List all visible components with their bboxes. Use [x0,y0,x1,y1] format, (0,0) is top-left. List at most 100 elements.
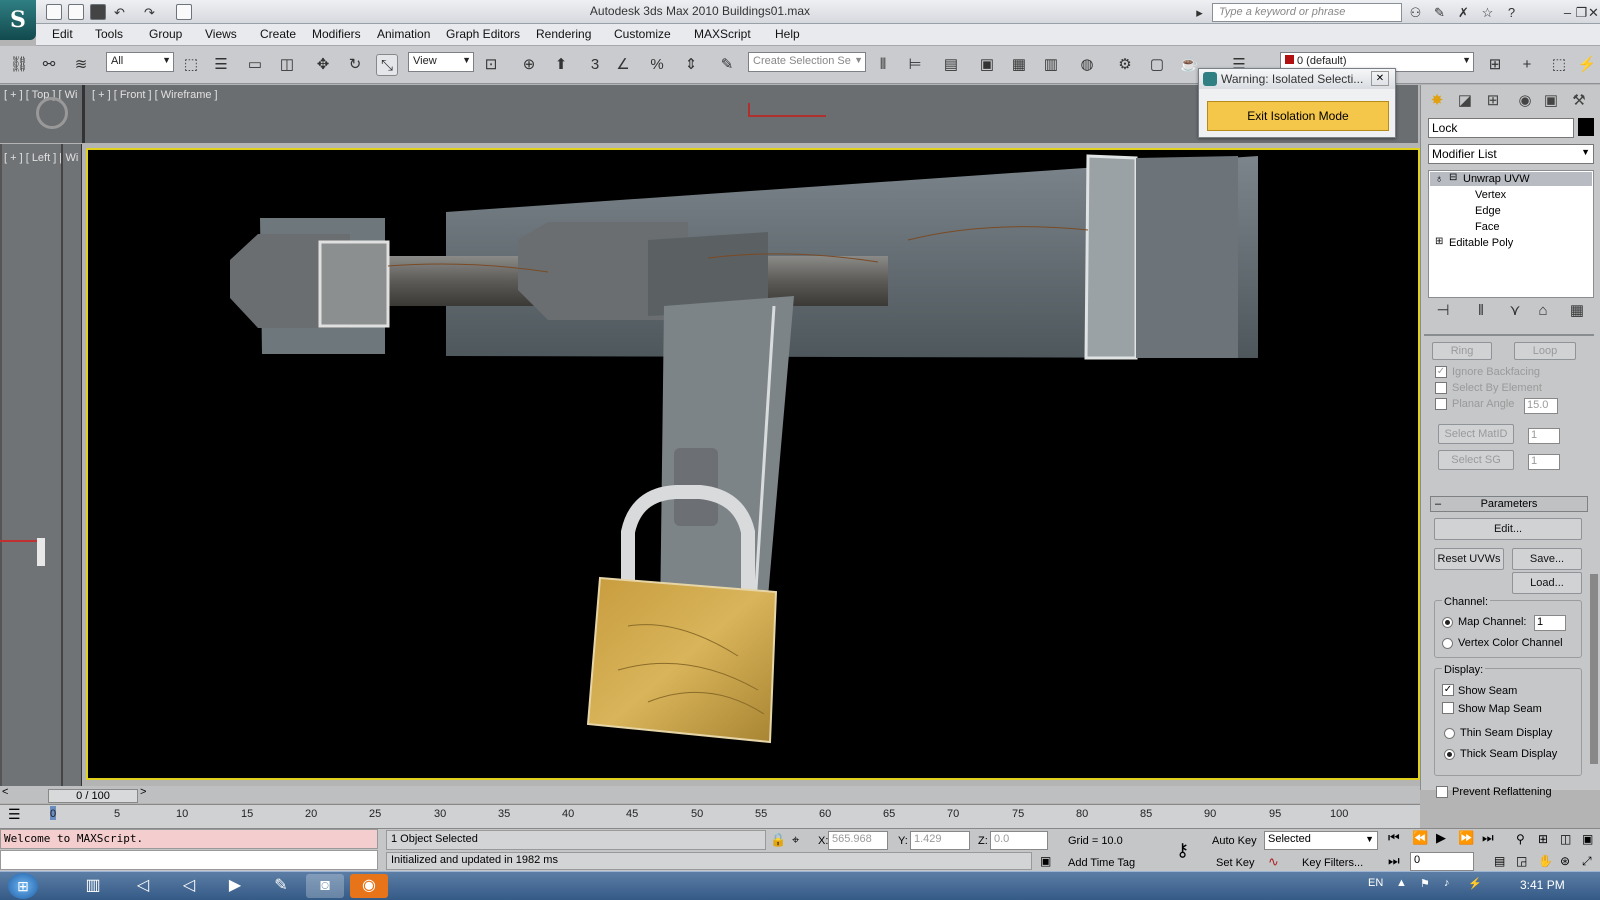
make-unique-icon[interactable]: ⋎ [1504,300,1526,322]
render-production-icon[interactable]: ☕ [1178,54,1200,76]
save-button[interactable]: Save... [1512,548,1582,570]
add-time-tag-button[interactable]: Add Time Tag [1068,857,1135,869]
absolute-mode-icon[interactable]: ⌖ [792,832,799,848]
time-slider-thumb[interactable]: 0 / 100 [48,789,138,803]
go-to-end-icon[interactable]: ⏭ [1482,830,1494,846]
selection-filter-dropdown[interactable]: All ▼ [106,52,174,72]
matid-spinner[interactable]: 1 [1528,428,1560,444]
select-and-scale-icon[interactable]: ⤡ [376,54,398,76]
close-icon[interactable]: ✕ [1371,71,1389,86]
help-icon[interactable]: ? [1504,5,1519,20]
percent-snap-icon[interactable]: % [646,54,668,76]
app-logo-icon[interactable]: S [0,0,36,40]
menu-animation[interactable]: Animation [377,27,430,41]
maximize-viewport-icon[interactable]: ⤢ [1582,854,1592,869]
z-coordinate-field[interactable]: 0.0 [990,831,1048,850]
key-mode-toggle-icon[interactable]: ⏭ [1388,853,1400,869]
set-current-layer-icon[interactable]: ⚡ [1576,54,1598,76]
viewport-left-label[interactable]: [ + ] [ Left ] [ Wi [4,152,78,164]
viewport-perspective[interactable] [86,148,1420,780]
mini-curve-editor-icon[interactable]: ☰ [8,806,21,823]
field-of-view-icon[interactable]: ▤ [1494,854,1505,868]
select-sg-button[interactable]: Select SG [1438,450,1514,470]
communication-center-icon[interactable]: ✎ [1432,5,1447,20]
unlink-icon[interactable]: ⚯ [38,54,60,76]
layer-manager-icon[interactable]: ▤ [940,54,962,76]
lightbulb-icon[interactable]: ♁ [1435,173,1443,185]
x-coordinate-field[interactable]: 565.968 [828,831,888,850]
minimize-icon[interactable]: – [1560,5,1575,20]
viewport-left[interactable]: [ + ] [ Left ] [ Wi [0,144,82,786]
mirror-icon[interactable]: ⫴ [872,54,894,76]
close-icon[interactable]: ✕ [1586,5,1600,20]
spinner-snap-icon[interactable]: ⇕ [680,54,702,76]
firefox-taskbar-icon[interactable]: ◉ [350,874,388,898]
current-frame-field[interactable]: 0 [1410,852,1474,871]
pin-stack-icon[interactable]: ⊣ [1432,300,1454,322]
menu-customize[interactable]: Customize [614,27,671,41]
visual-studio-2-taskbar-icon[interactable]: ◁ [170,874,208,898]
select-by-name-icon[interactable]: ☰ [210,54,232,76]
select-and-rotate-icon[interactable]: ↻ [344,54,366,76]
tray-network-icon[interactable]: ⚑ [1420,877,1430,890]
ring-button[interactable]: Ring [1432,342,1492,360]
remove-modifier-icon[interactable]: ⌂ [1532,300,1554,322]
motion-tab-icon[interactable]: ◉ [1513,90,1537,112]
project-folder-icon[interactable] [176,4,192,20]
keyboard-shortcut-override-icon[interactable]: ⬆ [550,54,572,76]
notepad-taskbar-icon[interactable]: ✎ [262,874,300,898]
time-slider-track[interactable] [0,786,1420,803]
select-in-layer-icon[interactable]: ⬚ [1548,54,1570,76]
time-next-arrow-icon[interactable]: > [140,786,146,798]
select-and-manipulate-icon[interactable]: ⊕ [518,54,540,76]
previous-frame-icon[interactable]: ⏪ [1412,830,1428,846]
redo-icon[interactable]: ↷ [142,5,157,20]
rectangular-selection-icon[interactable]: ▭ [244,54,266,76]
explorer-taskbar-icon[interactable]: ▥ [74,874,112,898]
graphite-modeling-icon[interactable]: ▣ [976,54,998,76]
selection-lock-icon[interactable]: 🔒 [770,832,786,848]
ignore-backfacing-checkbox[interactable]: ✓ [1435,366,1447,378]
select-and-link-icon[interactable]: ⛓ [8,54,30,76]
collapse-icon[interactable]: ⊟ [1449,172,1457,183]
create-layer-icon[interactable]: + [1516,54,1538,76]
layer-add-icon[interactable]: ⊞ [1484,54,1506,76]
rendered-frame-window-icon[interactable]: ▢ [1146,54,1168,76]
maxscript-mini-listener-input[interactable] [0,850,378,870]
create-tab-icon[interactable]: ✸ [1425,90,1449,112]
undo-icon[interactable]: ↶ [112,5,127,20]
time-prev-arrow-icon[interactable]: < [2,786,8,798]
tray-power-icon[interactable]: ⚡ [1468,877,1482,890]
zoom-extents-icon[interactable]: ◫ [1560,832,1571,846]
key-mode-dropdown[interactable]: Selected ▼ [1264,831,1378,850]
start-button-icon[interactable]: ⊞ [8,873,38,899]
prevent-reflattening-checkbox[interactable] [1436,786,1448,798]
zoom-extents-all-icon[interactable]: ▣ [1582,832,1593,846]
zoom-region-icon[interactable]: ◲ [1516,854,1527,868]
menu-graph-editors[interactable]: Graph Editors [446,27,520,41]
auto-key-button[interactable]: Auto Key [1212,835,1257,847]
loop-button[interactable]: Loop [1514,342,1576,360]
select-and-move-icon[interactable]: ✥ [312,54,334,76]
bind-space-warp-icon[interactable]: ≋ [70,54,92,76]
render-setup-icon[interactable]: ⚙ [1114,54,1136,76]
modifier-list-dropdown[interactable]: Modifier List ▼ [1428,144,1594,164]
select-object-icon[interactable]: ⬚ [180,54,202,76]
planar-angle-checkbox[interactable] [1435,398,1447,410]
tray-volume-icon[interactable]: ♪ [1444,877,1450,889]
3dsmax-taskbar-icon[interactable]: ◙ [306,874,344,898]
thin-seam-radio[interactable] [1444,728,1455,739]
snaps-toggle-icon[interactable]: 3 [584,54,606,76]
set-key-button[interactable]: Set Key [1216,857,1255,869]
window-crossing-icon[interactable]: ◫ [276,54,298,76]
load-button[interactable]: Load... [1512,572,1582,594]
object-color-swatch[interactable] [1578,118,1594,136]
reset-uvws-button[interactable]: Reset UVWs [1434,548,1504,570]
hierarchy-tab-icon[interactable]: ⊞ [1481,90,1505,112]
favorites-star-icon[interactable]: ☆ [1480,5,1495,20]
pivot-point-center-icon[interactable]: ⊡ [480,54,502,76]
schematic-view-icon[interactable]: ▥ [1040,54,1062,76]
show-map-seam-checkbox[interactable] [1442,702,1454,714]
stack-item-face[interactable]: Face [1475,221,1499,233]
viewport-top-label[interactable]: [ + ] [ Top ] [ Wi [4,89,77,101]
